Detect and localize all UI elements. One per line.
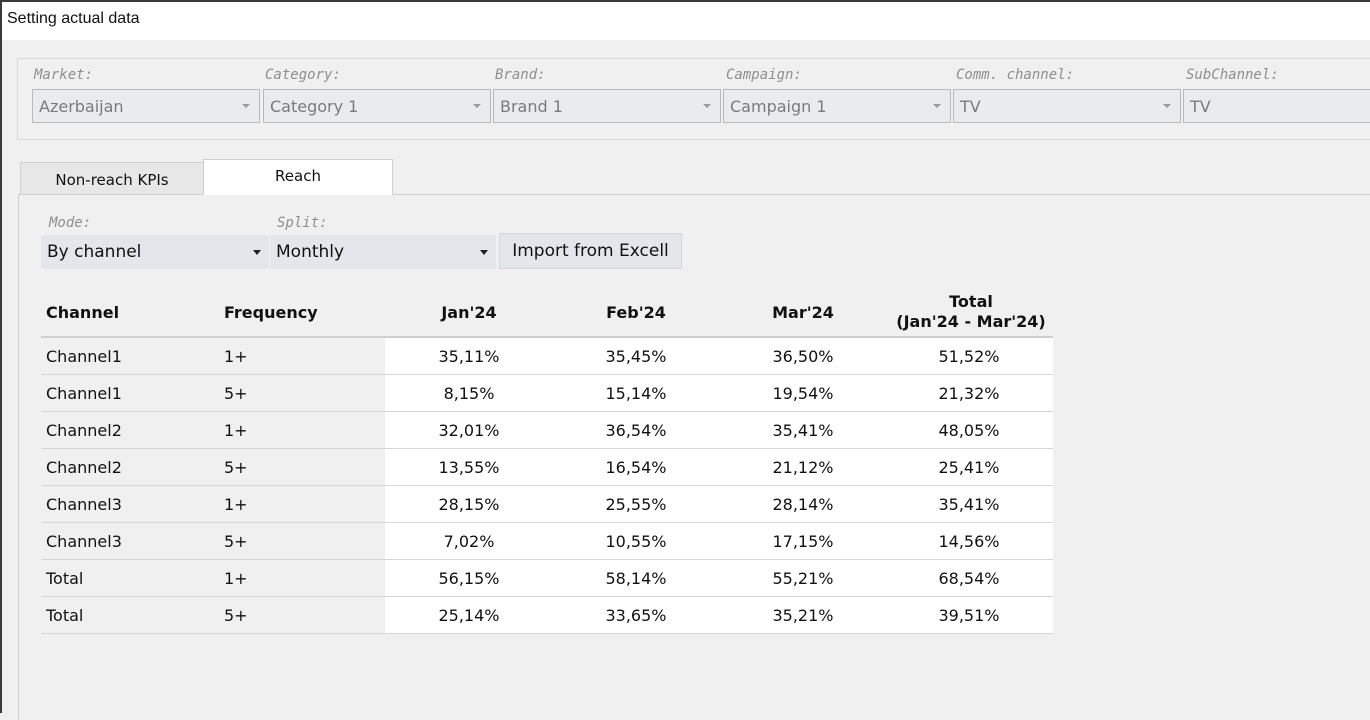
cell-frequency: 5+ <box>224 606 248 625</box>
cell-frequency: 1+ <box>224 347 248 366</box>
comm-channel-value: TV <box>960 97 981 116</box>
cell-total: 35,41% <box>938 495 1000 514</box>
import-from-excel-button[interactable]: Import from Excell <box>499 233 682 269</box>
cell-frequency: 5+ <box>224 458 248 477</box>
cell-feb[interactable]: 16,54% <box>556 458 716 477</box>
category-dropdown[interactable]: Category 1 <box>263 89 491 123</box>
cell-total: 14,56% <box>938 532 1000 551</box>
row-divider <box>41 633 1053 634</box>
comm-channel-dropdown[interactable]: TV <box>953 89 1181 123</box>
campaign-label: Campaign: <box>726 67 802 83</box>
cell-feb[interactable]: 35,45% <box>556 347 716 366</box>
cell-mar[interactable]: 36,50% <box>723 347 883 366</box>
market-dropdown[interactable]: Azerbaijan <box>32 89 260 123</box>
split-label: Split: <box>277 215 328 231</box>
column-header-total-line1: Total <box>949 292 993 311</box>
brand-dropdown[interactable]: Brand 1 <box>493 89 721 123</box>
cell-mar[interactable]: 19,54% <box>723 384 883 403</box>
market-value: Azerbaijan <box>39 97 124 116</box>
cell-feb[interactable]: 33,65% <box>556 606 716 625</box>
cell-total: 68,54% <box>938 569 1000 588</box>
table-row[interactable]: Total 5+ 25,14% 33,65% 35,21% 39,51% <box>41 597 1053 634</box>
cell-frequency: 1+ <box>224 495 248 514</box>
cell-channel: Channel3 <box>46 532 122 551</box>
cell-jan[interactable]: 32,01% <box>389 421 549 440</box>
cell-total: 51,52% <box>938 347 1000 366</box>
split-value: Monthly <box>276 242 345 262</box>
cell-jan[interactable]: 8,15% <box>389 384 549 403</box>
category-label: Category: <box>265 67 341 83</box>
cell-feb[interactable]: 15,14% <box>556 384 716 403</box>
cell-jan[interactable]: 35,11% <box>389 347 549 366</box>
cell-jan[interactable]: 56,15% <box>389 569 549 588</box>
cell-jan[interactable]: 28,15% <box>389 495 549 514</box>
chevron-down-icon <box>242 104 250 108</box>
table-row[interactable]: Channel1 5+ 8,15% 15,14% 19,54% 21,32% <box>41 375 1053 412</box>
cell-feb[interactable]: 25,55% <box>556 495 716 514</box>
cell-frequency: 5+ <box>224 532 248 551</box>
table-row[interactable]: Channel2 5+ 13,55% 16,54% 21,12% 25,41% <box>41 449 1053 486</box>
cell-total: 48,05% <box>938 421 1000 440</box>
window-title: Setting actual data <box>7 10 140 27</box>
table-row[interactable]: Channel1 1+ 35,11% 35,45% 36,50% 51,52% <box>41 338 1053 375</box>
cell-channel: Channel1 <box>46 384 122 403</box>
campaign-dropdown[interactable]: Campaign 1 <box>723 89 951 123</box>
chevron-down-icon <box>933 104 941 108</box>
brand-value: Brand 1 <box>500 97 563 116</box>
cell-total: 25,41% <box>938 458 1000 477</box>
cell-channel: Total <box>46 606 84 625</box>
mode-label: Mode: <box>49 215 92 231</box>
chevron-down-icon <box>253 250 261 255</box>
subchannel-label: SubChannel: <box>1186 67 1279 83</box>
cell-total: 21,32% <box>938 384 1000 403</box>
cell-mar[interactable]: 35,21% <box>723 606 883 625</box>
cell-jan[interactable]: 7,02% <box>389 532 549 551</box>
cell-feb[interactable]: 58,14% <box>556 569 716 588</box>
campaign-value: Campaign 1 <box>730 97 827 116</box>
table-row[interactable]: Channel3 1+ 28,15% 25,55% 28,14% 35,41% <box>41 486 1053 523</box>
cell-total: 39,51% <box>938 606 1000 625</box>
table-row[interactable]: Channel3 5+ 7,02% 10,55% 17,15% 14,56% <box>41 523 1053 560</box>
comm-channel-label: Comm. channel: <box>956 67 1075 83</box>
tab-non-reach-kpis[interactable]: Non-reach KPIs <box>20 162 204 196</box>
cell-mar[interactable]: 35,41% <box>723 421 883 440</box>
cell-jan[interactable]: 13,55% <box>389 458 549 477</box>
cell-mar[interactable]: 17,15% <box>723 532 883 551</box>
cell-channel: Channel2 <box>46 458 122 477</box>
market-label: Market: <box>34 67 94 83</box>
cell-jan[interactable]: 25,14% <box>389 606 549 625</box>
cell-feb[interactable]: 10,55% <box>556 532 716 551</box>
cell-channel: Channel3 <box>46 495 122 514</box>
cell-frequency: 1+ <box>224 421 248 440</box>
table-row[interactable]: Total 1+ 56,15% 58,14% 55,21% 68,54% <box>41 560 1053 597</box>
subchannel-value: TV <box>1190 97 1211 116</box>
cell-frequency: 5+ <box>224 384 248 403</box>
chevron-down-icon <box>1163 104 1171 108</box>
title-bar: Setting actual data <box>2 2 1370 40</box>
chevron-down-icon <box>480 250 488 255</box>
reach-panel: Mode: By channel Split: Monthly Import f… <box>18 194 1370 720</box>
cell-channel: Total <box>46 569 84 588</box>
column-header-total-line2: (Jan'24 - Mar'24) <box>896 312 1046 331</box>
tab-reach[interactable]: Reach <box>203 159 393 195</box>
mode-dropdown[interactable]: By channel <box>41 235 269 269</box>
chevron-down-icon <box>703 104 711 108</box>
split-dropdown[interactable]: Monthly <box>270 235 496 269</box>
cell-channel: Channel2 <box>46 421 122 440</box>
subchannel-dropdown[interactable]: TV <box>1183 89 1370 123</box>
brand-label: Brand: <box>495 67 546 83</box>
cell-feb[interactable]: 36,54% <box>556 421 716 440</box>
cell-channel: Channel1 <box>46 347 122 366</box>
filters-panel: Market: Azerbaijan Category: Category 1 … <box>17 58 1370 140</box>
cell-mar[interactable]: 28,14% <box>723 495 883 514</box>
mode-value: By channel <box>47 242 142 262</box>
cell-mar[interactable]: 21,12% <box>723 458 883 477</box>
cell-mar[interactable]: 55,21% <box>723 569 883 588</box>
column-header-total[interactable]: Total (Jan'24 - Mar'24) <box>861 292 1081 338</box>
cell-frequency: 1+ <box>224 569 248 588</box>
chevron-down-icon <box>473 104 481 108</box>
category-value: Category 1 <box>270 97 359 116</box>
window-border-left <box>0 0 2 713</box>
table-row[interactable]: Channel2 1+ 32,01% 36,54% 35,41% 48,05% <box>41 412 1053 449</box>
